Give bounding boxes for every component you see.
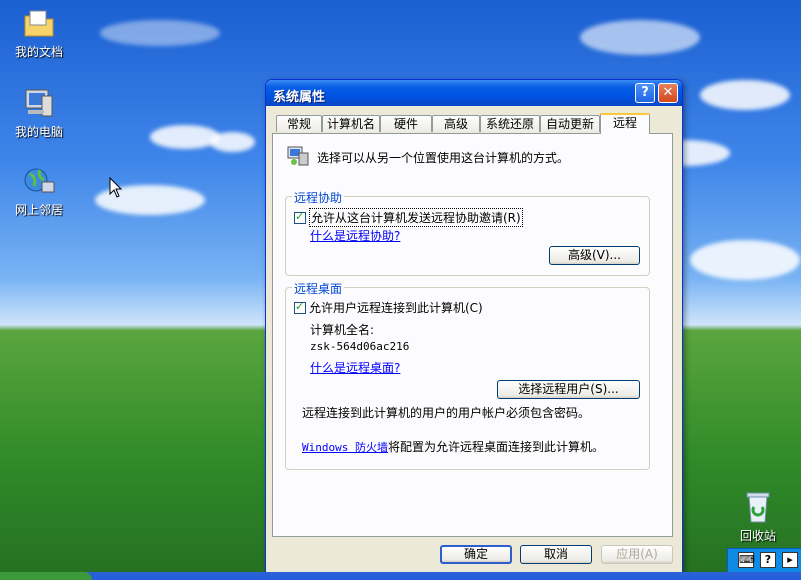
allow-remote-assistance-checkbox[interactable]: 允许从这台计算机发送远程协助邀请(R) <box>294 208 523 227</box>
button-label: 应用(A) <box>616 547 658 561</box>
keyboard-icon[interactable]: ⌨ <box>738 552 755 568</box>
desktop-icon-label: 我的文档 <box>14 45 63 59</box>
tab-label: 系统还原 <box>485 117 534 131</box>
remote-assistance-group: 远程协助 允许从这台计算机发送远程协助邀请(R) 什么是远程协助? 高级(V).… <box>285 189 650 276</box>
password-note: 远程连接到此计算机的用户的用户帐户必须包含密码。 <box>302 406 591 420</box>
checkbox-label: 允许用户远程连接到此计算机(C) <box>309 301 483 315</box>
cloud <box>700 80 790 110</box>
checkbox-box[interactable] <box>294 300 306 314</box>
ok-button[interactable]: 确定 <box>440 545 512 564</box>
cloud <box>690 240 800 280</box>
folder-icon <box>22 6 56 40</box>
desktop-icon-recycle-bin[interactable]: 回收站 <box>721 490 795 544</box>
network-globe-icon <box>22 164 56 198</box>
close-icon: ✕ <box>662 85 674 100</box>
desktop-icon-my-documents[interactable]: 我的文档 <box>2 6 76 60</box>
windows-firewall-link[interactable]: Windows 防火墙 <box>302 441 388 454</box>
firewall-note: Windows 防火墙将配置为允许远程桌面连接到此计算机。 <box>302 438 604 455</box>
remote-computer-icon <box>287 144 309 166</box>
system-tray: ⌨ ? ▸ <box>727 548 801 573</box>
taskbar <box>0 572 801 580</box>
dialog-body: 常规 计算机名 硬件 高级 系统还原 自动更新 远程 选择可以从另一个位置使用这… <box>272 113 676 568</box>
apply-button[interactable]: 应用(A) <box>601 545 673 564</box>
checkbox-label: 允许从这台计算机发送远程协助邀请(R) <box>309 208 523 227</box>
cloud <box>210 132 255 152</box>
tab-strip: 常规 计算机名 硬件 高级 系统还原 自动更新 远程 <box>272 113 676 134</box>
help-icon[interactable]: ? <box>760 552 776 568</box>
button-label: 选择远程用户(S)... <box>518 382 619 396</box>
help-icon: ? <box>641 85 649 100</box>
window-titlebar[interactable]: 系统属性 ? ✕ <box>266 80 682 106</box>
select-remote-users-button[interactable]: 选择远程用户(S)... <box>497 380 640 399</box>
what-is-remote-assistance-link[interactable]: 什么是远程协助? <box>310 227 400 244</box>
tray-menu-icon[interactable]: ▸ <box>782 552 798 568</box>
firewall-text: 将配置为允许远程桌面连接到此计算机。 <box>387 440 604 454</box>
desktop-icon-my-computer[interactable]: 我的电脑 <box>2 86 76 140</box>
checkbox-box[interactable] <box>294 210 306 224</box>
cancel-button[interactable]: 取消 <box>520 545 592 564</box>
desktop-icon-label: 我的电脑 <box>14 125 63 139</box>
remote-desktop-group: 远程桌面 允许用户远程连接到此计算机(C) 计算机全名: zsk-564d06a… <box>285 280 650 470</box>
system-properties-window: 系统属性 ? ✕ 常规 计算机名 硬件 高级 系统还原 自动更新 远程 选择可以… <box>265 79 683 575</box>
tab-label: 常规 <box>286 117 311 131</box>
tab-label: 高级 <box>443 117 468 131</box>
tab-advanced[interactable]: 高级 <box>432 115 480 132</box>
tab-automatic-updates[interactable]: 自动更新 <box>540 115 600 132</box>
help-glyph: ? <box>764 553 772 566</box>
advanced-button[interactable]: 高级(V)... <box>549 246 640 265</box>
tab-system-restore[interactable]: 系统还原 <box>480 115 540 132</box>
desktop-icon-label: 网上邻居 <box>14 203 63 217</box>
button-label: 确定 <box>463 547 488 561</box>
button-label: 取消 <box>543 547 568 561</box>
allow-remote-desktop-checkbox[interactable]: 允许用户远程连接到此计算机(C) <box>294 299 483 316</box>
full-computer-name-value: zsk-564d06ac216 <box>310 340 410 353</box>
tab-general[interactable]: 常规 <box>276 115 322 132</box>
tab-remote[interactable]: 远程 <box>600 113 650 134</box>
tab-label: 自动更新 <box>545 117 594 131</box>
group-title: 远程桌面 <box>292 280 345 297</box>
tab-label: 远程 <box>612 116 637 130</box>
button-label: 高级(V)... <box>567 248 622 262</box>
intro-text: 选择可以从另一个位置使用这台计算机的方式。 <box>317 151 570 165</box>
tab-label: 硬件 <box>393 117 418 131</box>
tab-hardware[interactable]: 硬件 <box>380 115 432 132</box>
full-computer-name-label: 计算机全名: <box>310 323 375 337</box>
desktop-icon-network[interactable]: 网上邻居 <box>2 164 76 218</box>
window-title: 系统属性 <box>273 90 326 105</box>
recycle-bin-icon <box>741 490 775 524</box>
start-button[interactable] <box>0 572 92 580</box>
what-is-remote-desktop-link[interactable]: 什么是远程桌面? <box>310 359 400 376</box>
tab-label: 计算机名 <box>326 117 375 131</box>
cloud <box>150 125 220 149</box>
help-button[interactable]: ? <box>635 83 655 103</box>
desktop-icon-label: 回收站 <box>739 529 776 543</box>
tab-computer-name[interactable]: 计算机名 <box>322 115 380 132</box>
cloud <box>580 20 700 55</box>
computer-icon <box>22 86 56 120</box>
mouse-pointer-icon <box>109 177 123 198</box>
cloud <box>100 20 220 46</box>
group-title: 远程协助 <box>292 189 345 206</box>
tab-panel-remote: 选择可以从另一个位置使用这台计算机的方式。 远程协助 允许从这台计算机发送远程协… <box>272 133 673 537</box>
close-button[interactable]: ✕ <box>658 83 678 103</box>
